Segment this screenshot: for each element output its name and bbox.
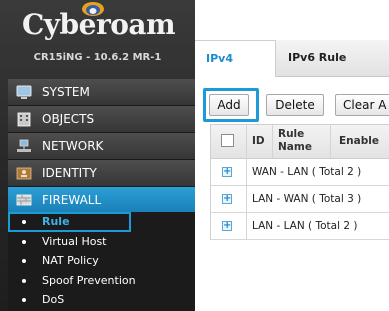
table-row: + LAN - LAN ( Total 2 ) [210, 213, 389, 240]
submenu-item-label: NAT Policy [42, 254, 99, 267]
expand-plus-icon[interactable]: + [222, 194, 232, 204]
submenu-item-label: Spoof Prevention [42, 273, 136, 287]
submenu-item-virtual-host[interactable]: Virtual Host [8, 232, 195, 252]
submenu-item-spoof-prevention[interactable]: Spoof Prevention [8, 271, 195, 291]
rule-group-label: LAN - LAN ( Total 2 ) [252, 220, 358, 232]
user-card-icon [16, 167, 32, 180]
rule-group-label: LAN - WAN ( Total 3 ) [252, 193, 362, 205]
submenu-item-nat-policy[interactable]: NAT Policy [8, 251, 195, 271]
add-button[interactable]: Add [209, 94, 249, 116]
column-header-id[interactable]: ID [247, 125, 273, 158]
sidebar: Cyberoam CR15iNG - 10.6.2 MR-1 SYSTEM OB… [0, 0, 195, 311]
monitor-icon [16, 85, 32, 99]
bullet-icon [22, 220, 26, 224]
building-icon [17, 112, 31, 127]
main-panel: IPv4 Rule IPv6 Rule Add Delete Clear A I… [195, 0, 389, 311]
tab-strip: IPv4 Rule IPv6 Rule [195, 40, 389, 101]
submenu-item-label: DoS [42, 293, 65, 306]
app-window: Cyberoam CR15iNG - 10.6.2 MR-1 SYSTEM OB… [0, 0, 389, 311]
table-row: + WAN - LAN ( Total 2 ) [210, 159, 389, 186]
brand-header: Cyberoam CR15iNG - 10.6.2 MR-1 [0, 0, 195, 78]
rule-name-line2: Name [278, 141, 312, 153]
clear-all-button[interactable]: Clear A [335, 94, 389, 116]
submenu-item-dos[interactable]: DoS [8, 290, 195, 310]
menu-item-system[interactable]: SYSTEM [8, 79, 195, 106]
menu-item-label: IDENTITY [42, 166, 97, 180]
table-row: + LAN - WAN ( Total 3 ) [210, 186, 389, 213]
rule-name-line1: Rule [278, 128, 305, 140]
expand-cell: + [211, 159, 247, 185]
menu-item-network[interactable]: NETWORK [8, 133, 195, 160]
bullet-icon [22, 298, 26, 302]
menu-item-identity[interactable]: IDENTITY [8, 160, 195, 187]
menu-item-objects[interactable]: OBJECTS [8, 106, 195, 133]
column-header-enable[interactable]: Enable [331, 125, 389, 158]
submenu-item-rule[interactable]: Rule [8, 212, 131, 232]
menu-item-firewall[interactable]: FIREWALL [8, 187, 195, 214]
menu-item-label: FIREWALL [42, 193, 102, 207]
firewall-icon [16, 194, 32, 206]
firewall-submenu: Rule Virtual Host NAT Policy Spoof Preve… [8, 212, 195, 311]
bullet-icon [22, 239, 26, 244]
toolbar: Add Delete Clear A [195, 80, 389, 122]
tab-ipv6-rule[interactable]: IPv6 Rule [277, 40, 357, 77]
model-version: CR15iNG - 10.6.2 MR-1 [33, 52, 162, 63]
logo-text: Cyberoam [22, 8, 176, 41]
expand-plus-icon[interactable]: + [222, 221, 232, 231]
submenu-item-label: Virtual Host [42, 234, 107, 248]
table-header: ID Rule Name Enable [210, 124, 389, 159]
expand-cell: + [211, 213, 247, 239]
menu-item-label: SYSTEM [42, 85, 90, 99]
header-select-cell [211, 125, 247, 158]
rules-table: ID Rule Name Enable + WAN - LAN ( Total … [210, 124, 389, 240]
menu-item-label: OBJECTS [42, 112, 95, 126]
column-header-rule-name[interactable]: Rule Name [273, 125, 331, 158]
main-menu: SYSTEM OBJECTS NETWORK IDENTITY FIREWALL [8, 79, 195, 214]
bullet-icon [22, 259, 26, 263]
rule-group-label: WAN - LAN ( Total 2 ) [252, 166, 362, 178]
tab-ipv4-rule[interactable]: IPv4 Rule [195, 40, 276, 101]
submenu-item-label: Rule [42, 215, 70, 228]
network-icon [17, 139, 31, 152]
delete-button[interactable]: Delete [266, 94, 324, 116]
expand-plus-icon[interactable]: + [222, 167, 232, 177]
expand-cell: + [211, 186, 247, 212]
select-all-checkbox[interactable] [221, 134, 234, 147]
bullet-icon [22, 278, 26, 283]
menu-item-label: NETWORK [42, 139, 104, 153]
